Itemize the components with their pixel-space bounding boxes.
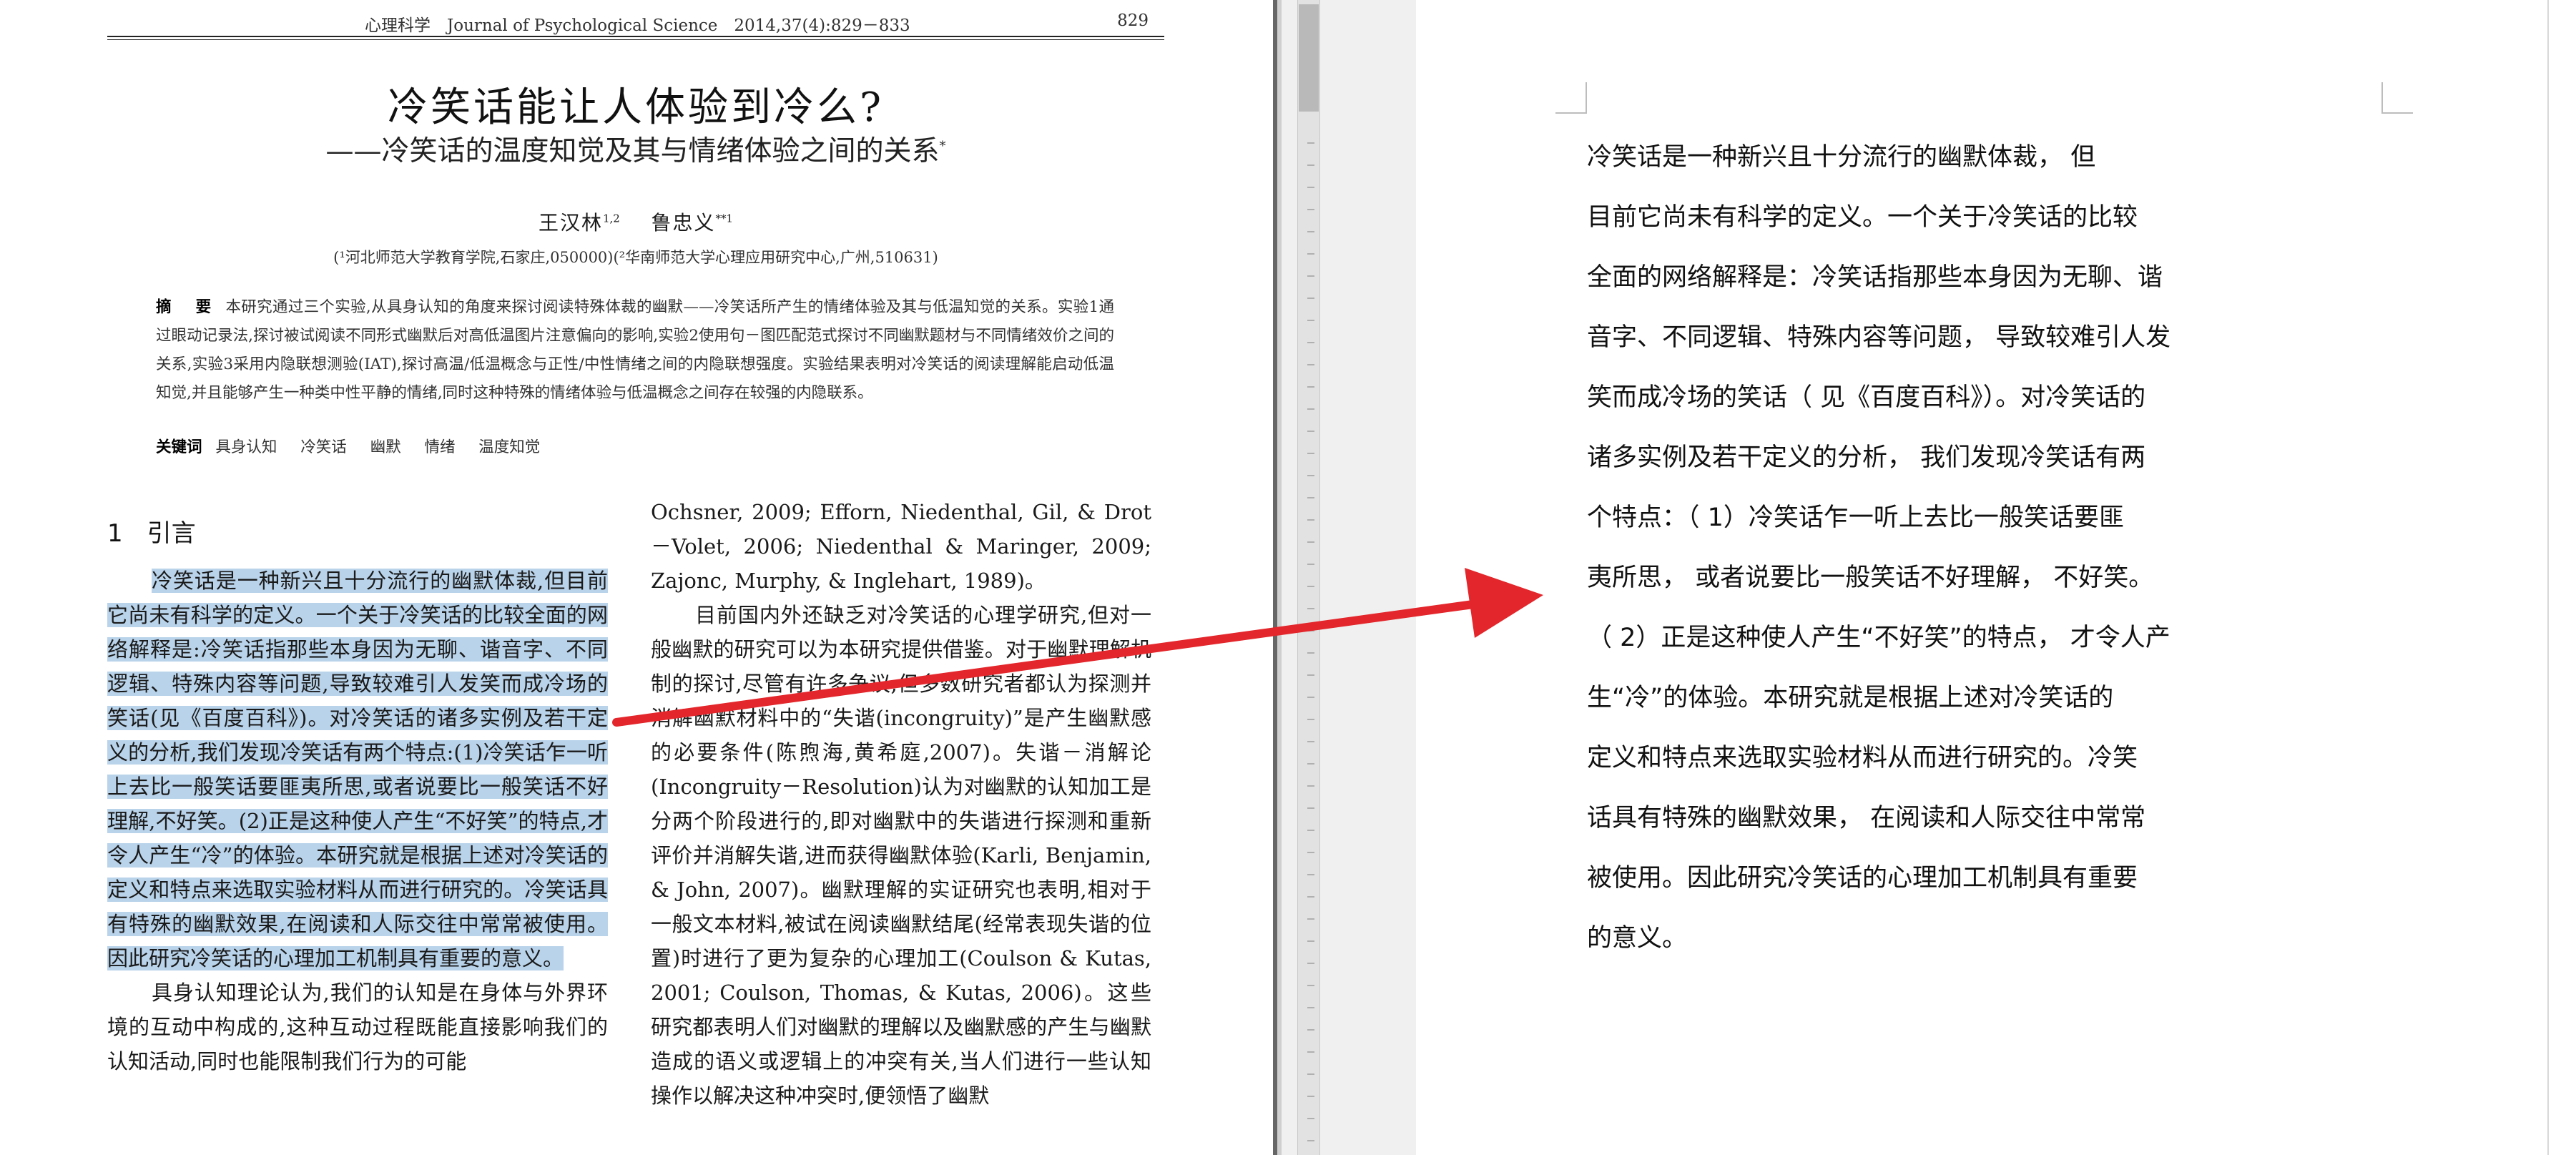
keywords: 关键词 具身认知 冷笑话 幽默 情绪 温度知觉 — [156, 435, 559, 457]
doc-line[interactable]: 目前它尚未有科学的定义。一个关于冷笑话的比较 — [1587, 187, 2259, 247]
doc-line[interactable]: 生“冷”的体验。本研究就是根据上述对冷笑话的 — [1587, 668, 2259, 728]
doc-line[interactable]: 诸多实例及若干定义的分析， 我们发现冷笑话有两 — [1587, 428, 2259, 488]
doc-line[interactable]: 话具有特殊的幽默效果， 在阅读和人际交往中常常 — [1587, 788, 2259, 848]
text-column-left[interactable]: 冷笑话是一种新兴且十分流行的幽默体裁,但目前它尚未有科学的定义。一个关于冷笑话的… — [107, 564, 608, 1078]
author-name: 鲁忠义 — [651, 211, 716, 235]
paper-subtitle: ——冷笑话的温度知觉及其与情绪体验之间的关系* — [107, 129, 1164, 169]
text-column-right[interactable]: Ochsner, 2009; Efforn, Niedenthal, Gil, … — [651, 495, 1151, 1113]
keyword: 温度知觉 — [478, 438, 541, 456]
paper-subtitle-text: ——冷笑话的温度知觉及其与情绪体验之间的关系 — [325, 135, 940, 167]
affiliations: (¹河北师范大学教育学院,石家庄,050000)(²华南师范大学心理应用研究中心… — [333, 249, 938, 266]
header-rule-thin — [107, 39, 1164, 40]
margin-corner-mark — [2381, 82, 2413, 114]
doc-line[interactable]: 定义和特点来选取实验材料从而进行研究的。冷笑 — [1587, 728, 2259, 788]
doc-line[interactable]: 个特点：（ 1）冷笑话乍一听上去比一般笑话要匪 — [1587, 488, 2259, 548]
page-edge — [2547, 0, 2549, 1155]
pane-divider[interactable] — [1273, 0, 1416, 1155]
abstract-label: 摘 要 — [156, 298, 216, 316]
author-affiliation-mark: **1 — [715, 212, 734, 225]
keyword: 幽默 — [370, 438, 401, 456]
selected-paragraph[interactable]: 冷笑话是一种新兴且十分流行的幽默体裁,但目前它尚未有科学的定义。一个关于冷笑话的… — [107, 564, 608, 975]
doc-line[interactable]: 被使用。因此研究冷笑话的心理加工机制具有重要 — [1587, 848, 2259, 908]
page-number: 829 — [1117, 11, 1149, 30]
subtitle-footnote-mark: * — [939, 139, 946, 154]
journal-citation: 心理科学 Journal of Psychological Science 20… — [365, 16, 910, 35]
doc-line[interactable]: 冷笑话是一种新兴且十分流行的幽默体裁， 但 — [1587, 127, 2259, 187]
divider-gap — [1277, 0, 1282, 1155]
doc-line[interactable]: 音字、不同逻辑、特殊内容等问题， 导致较难引人发 — [1587, 308, 2259, 368]
doc-line[interactable]: 夷所思， 或者说要比一般笑话不好理解， 不好笑。 — [1587, 548, 2259, 608]
paragraph: 目前国内外还缺乏对冷笑话的心理学研究,但对一般幽默的研究可以为本研究提供借鉴。对… — [651, 603, 1151, 1108]
paragraph: 具身认知理论认为,我们的认知是在身体与外界环境的互动中构成的,这种互动过程既能直… — [107, 980, 608, 1073]
keyword: 冷笑话 — [300, 438, 347, 456]
pasted-text-body[interactable]: 冷笑话是一种新兴且十分流行的幽默体裁， 但 目前它尚未有科学的定义。一个关于冷笑… — [1587, 127, 2259, 968]
keywords-label: 关键词 — [156, 438, 202, 456]
paper-title: 冷笑话能让人体验到冷么? — [387, 84, 885, 131]
doc-line[interactable]: （ 2）正是这种使人产生“不好笑”的特点， 才令人产 — [1587, 608, 2259, 668]
author-list: 王汉林1,2 鲁忠义**1 — [107, 207, 1164, 236]
running-header: 心理科学 Journal of Psychological Science 20… — [107, 10, 1164, 36]
keyword: 具身认知 — [215, 438, 277, 456]
keyword: 情绪 — [424, 438, 456, 456]
author-name: 王汉林 — [538, 211, 603, 235]
paragraph: Ochsner, 2009; Efforn, Niedenthal, Gil, … — [651, 500, 1151, 593]
scrollbar-thumb[interactable] — [1299, 4, 1319, 112]
doc-line[interactable]: 的意义。 — [1587, 908, 2259, 968]
section-heading: 1 引言 — [107, 519, 196, 548]
margin-corner-mark — [1555, 82, 1587, 114]
doc-line[interactable]: 全面的网络解释是：冷笑话指那些本身因为无聊、谐 — [1587, 247, 2259, 308]
abstract-text: 本研究通过三个实验,从具身认知的角度来探讨阅读特殊体裁的幽默——冷笑话所产生的情… — [156, 298, 1114, 402]
pdf-viewer-pane[interactable]: 心理科学 Journal of Psychological Science 20… — [0, 0, 1273, 1155]
vertical-ruler — [1307, 122, 1314, 1151]
abstract: 摘 要本研究通过三个实验,从具身认知的角度来探讨阅读特殊体裁的幽默——冷笑话所产… — [156, 293, 1114, 408]
author-affiliation-mark: 1,2 — [602, 212, 620, 225]
doc-line[interactable]: 笑而成冷场的笑话（ 见《百度百科》）。对冷笑话的 — [1587, 368, 2259, 428]
header-rule — [107, 36, 1164, 37]
text-selection[interactable]: 冷笑话是一种新兴且十分流行的幽默体裁,但目前它尚未有科学的定义。一个关于冷笑话的… — [107, 569, 608, 970]
